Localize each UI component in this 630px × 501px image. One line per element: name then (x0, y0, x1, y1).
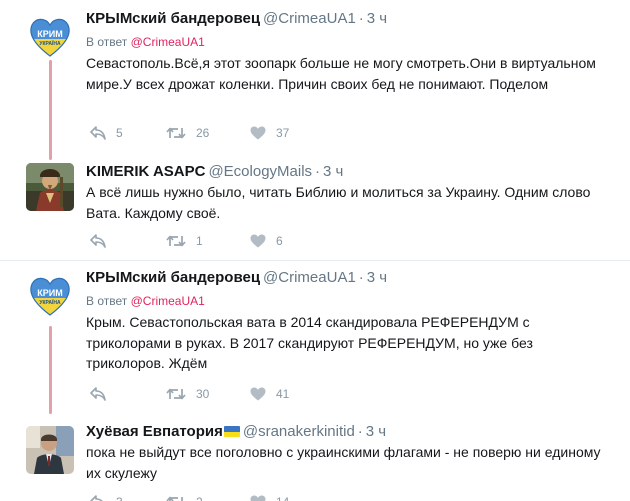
tweet-actions: 5 26 37 (90, 123, 390, 143)
retweet-button[interactable]: 1 (166, 231, 203, 251)
reply-button[interactable] (90, 384, 116, 404)
reply-icon (90, 495, 103, 501)
timestamp[interactable]: 3 ч (367, 269, 387, 286)
separator-dot: · (358, 269, 364, 286)
author-handle[interactable]: @sranakerkinitid (243, 423, 355, 440)
reply-count: 3 (116, 495, 123, 501)
avatar[interactable] (26, 426, 74, 474)
svg-text:КРИМ: КРИМ (37, 29, 62, 39)
reply-prefix: В ответ (86, 35, 128, 49)
like-button[interactable]: 41 (250, 384, 289, 404)
timestamp[interactable]: 3 ч (367, 10, 387, 27)
tweet-actions: 1 6 (90, 231, 390, 251)
author-name[interactable]: KIMERIK ASAPC (86, 163, 205, 180)
retweet-count: 30 (196, 387, 210, 401)
tweet-text: А всё лишь нужно было, читать Библию и м… (86, 184, 591, 221)
reply-button[interactable]: 3 (90, 492, 123, 501)
tweet-actions: 3 2 14 (90, 492, 390, 501)
heart-icon (250, 234, 266, 248)
ukraine-flag-icon (223, 426, 240, 437)
author-handle[interactable]: @EcologyMails (208, 163, 312, 180)
like-button[interactable]: 14 (250, 492, 289, 501)
tweet-item[interactable]: КРИМ УКРАЇНА КРЫМский бандеровец @CrimeaU… (0, 0, 630, 160)
retweet-button[interactable]: 30 (166, 384, 209, 404)
tweet-actions: 30 41 (90, 384, 390, 404)
reply-context: В ответ @CrimeaUA1 (86, 293, 205, 309)
separator-dot: · (315, 163, 321, 180)
author-handle[interactable]: @CrimeaUA1 (263, 10, 356, 27)
author-name[interactable]: Хуёвая Евпатория (86, 423, 223, 440)
tweet-text: Севастополь.Всё,я этот зоопарк больше не… (86, 55, 596, 92)
retweet-icon (166, 127, 186, 139)
author-handle[interactable]: @CrimeaUA1 (263, 269, 356, 286)
heart-icon (250, 387, 266, 401)
avatar[interactable]: КРИМ УКРАЇНА (26, 12, 74, 60)
like-count: 6 (276, 234, 283, 248)
reply-button[interactable]: 5 (90, 123, 123, 143)
reply-context: В ответ @CrimeaUA1 (86, 34, 205, 50)
separator-dot: · (357, 423, 363, 440)
retweet-button[interactable]: 2 (166, 492, 203, 501)
tweet-header: КРЫМский бандеровец @CrimeaUA1 · 3 ч (86, 268, 387, 288)
retweet-count: 2 (196, 495, 203, 501)
retweet-button[interactable]: 26 (166, 123, 209, 143)
retweet-count: 26 (196, 126, 210, 140)
timestamp[interactable]: 3 ч (366, 423, 386, 440)
like-count: 14 (276, 495, 289, 501)
tweet-text: пока не выйдут все поголовно с украински… (86, 444, 601, 481)
reply-icon (90, 387, 106, 401)
author-name[interactable]: КРЫМский бандеровец (86, 269, 260, 286)
like-button[interactable]: 6 (250, 231, 283, 251)
reply-button[interactable] (90, 231, 116, 251)
retweet-icon (166, 235, 186, 247)
tweet-header: Хуёвая Евпатория @sranakerkinitid · 3 ч (86, 422, 386, 442)
reply-handle-link[interactable]: @CrimeaUA1 (131, 294, 205, 308)
reply-prefix: В ответ (86, 294, 128, 308)
tweet-item[interactable]: КРИМ УКРАЇНА КРЫМский бандеровец @CrimeaU… (0, 261, 630, 414)
reply-icon (90, 126, 106, 140)
svg-text:КРИМ: КРИМ (37, 288, 62, 298)
like-count: 41 (276, 387, 290, 401)
reply-count: 5 (116, 126, 123, 140)
like-count: 37 (276, 126, 290, 140)
svg-text:УКРАЇНА: УКРАЇНА (39, 40, 61, 47)
reply-handle-link[interactable]: @CrimeaUA1 (131, 35, 205, 49)
retweet-icon (166, 388, 186, 400)
retweet-icon (166, 496, 183, 501)
author-name[interactable]: КРЫМский бандеровец (86, 10, 260, 27)
heart-icon (250, 495, 266, 501)
tweet-item[interactable]: KIMERIK ASAPC @EcologyMails · 3 ч А всё лиш… (0, 160, 630, 260)
avatar[interactable] (26, 163, 74, 211)
svg-text:УКРАЇНА: УКРАЇНА (39, 299, 61, 306)
timestamp[interactable]: 3 ч (323, 163, 343, 180)
tweet-item[interactable]: Хуёвая Евпатория @sranakerkinitid · 3 ч пок… (0, 414, 630, 501)
retweet-count: 1 (196, 234, 203, 248)
tweet-header: KIMERIK ASAPC @EcologyMails · 3 ч (86, 162, 343, 182)
like-button[interactable]: 37 (250, 123, 289, 143)
separator-dot: · (358, 10, 364, 27)
reply-icon (90, 234, 106, 248)
tweet-header: КРЫМский бандеровец @CrimeaUA1 · 3 ч (86, 9, 387, 29)
heart-icon (250, 126, 266, 140)
avatar[interactable]: КРИМ УКРАЇНА (26, 271, 74, 319)
tweet-text: Крым. Севастопольская вата в 2014 сканди… (86, 314, 533, 371)
